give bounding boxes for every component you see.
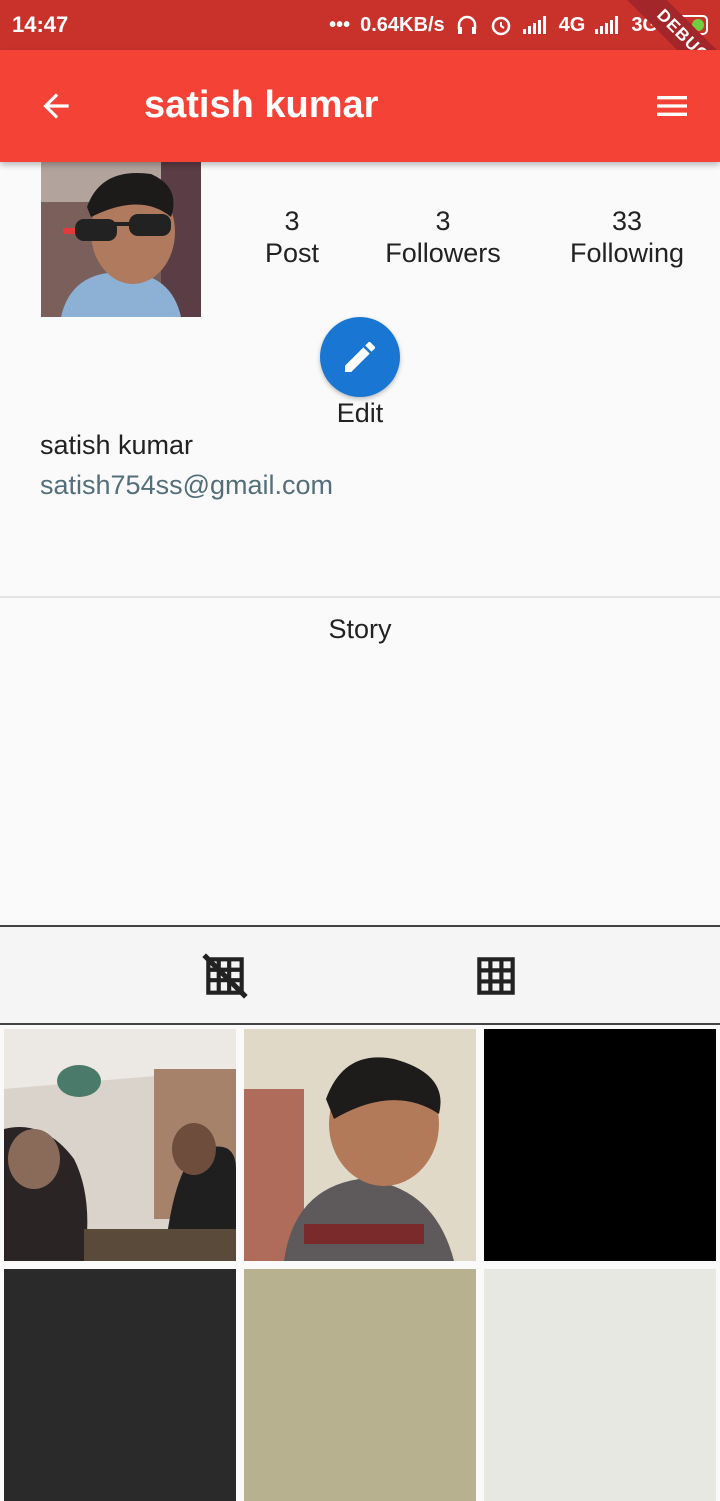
headphones-icon — [457, 15, 476, 34]
stat-following-label: Following — [569, 238, 685, 268]
status-time: 14:47 — [12, 12, 69, 37]
stat-following[interactable]: 33 Following — [562, 205, 692, 269]
tab-grid-on[interactable] — [471, 951, 521, 1001]
pencil-icon — [345, 341, 376, 372]
menu-icon — [657, 96, 687, 116]
alarm-icon — [491, 16, 510, 36]
photo-thumb[interactable] — [484, 1029, 716, 1261]
stat-posts-count: 3 — [284, 206, 300, 236]
tab-grid-off[interactable] — [200, 951, 250, 1001]
divider — [0, 596, 720, 598]
network-speed: 0.64KB/s — [360, 13, 445, 36]
profile-name: satish kumar — [40, 430, 194, 460]
dots-icon: ••• — [329, 13, 351, 36]
app-bar: satish kumar — [0, 50, 720, 162]
story-label: Story — [328, 614, 392, 644]
stat-following-count: 33 — [611, 206, 643, 236]
photo-thumb[interactable] — [4, 1269, 236, 1501]
edit-profile-button[interactable] — [320, 317, 400, 397]
arrow-back-icon — [43, 93, 69, 119]
profile-email: satish754ss@gmail.com — [40, 470, 334, 500]
stat-followers-label: Followers — [385, 238, 501, 268]
grid-off-icon — [202, 953, 248, 999]
avatar[interactable] — [41, 162, 201, 317]
edit-label: Edit — [336, 398, 384, 428]
stat-posts-label: Post — [264, 238, 320, 268]
photo-thumb[interactable] — [244, 1029, 476, 1261]
page-title: satish kumar — [144, 84, 379, 126]
grid-on-icon — [477, 957, 515, 995]
stat-posts[interactable]: 3 Post — [252, 205, 332, 269]
status-bar: 14:47 ••• 0.64KB/s 4G 3G DEBUG — [0, 0, 720, 99]
photo-thumb[interactable] — [4, 1029, 236, 1261]
photo-thumb[interactable] — [244, 1269, 476, 1501]
view-toggle-bar — [0, 925, 720, 1025]
stat-followers-count: 3 — [435, 206, 451, 236]
menu-button[interactable] — [646, 80, 698, 132]
avatar-photo — [41, 162, 201, 317]
network-type-1: 4G — [558, 13, 586, 36]
stat-followers[interactable]: 3 Followers — [378, 205, 508, 269]
back-button[interactable] — [30, 80, 82, 132]
signal-icon — [522, 16, 549, 34]
photo-thumb[interactable] — [484, 1269, 716, 1501]
signal-icon-2 — [595, 16, 621, 34]
